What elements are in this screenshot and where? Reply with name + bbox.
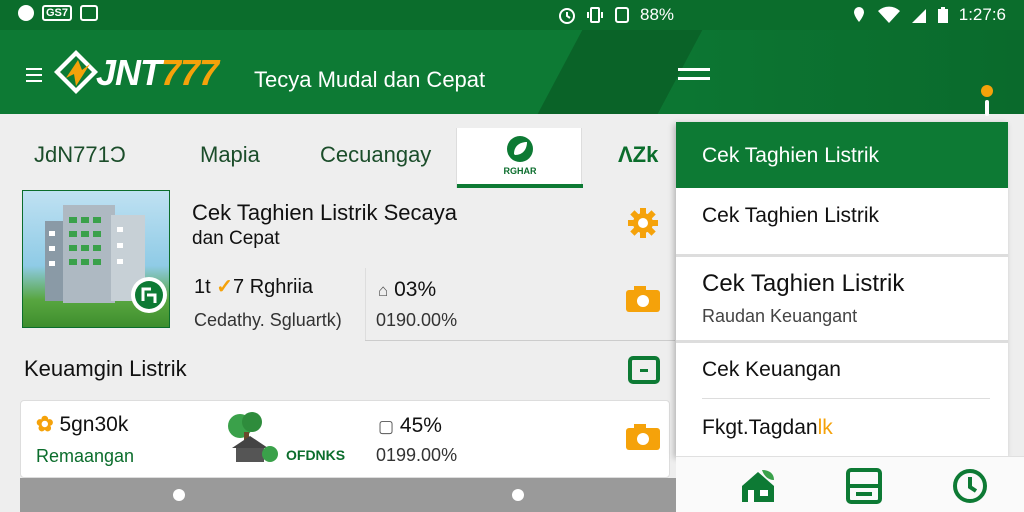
- dropdown-divider-3: [702, 398, 990, 399]
- dropdown-divider-2: [676, 340, 1008, 343]
- clock: 1:27:6: [958, 5, 1006, 24]
- leaf-badge-icon: [507, 136, 533, 162]
- tab-mapia[interactable]: Mapia: [200, 142, 260, 168]
- status-bar: GS7 88% 1:27:6: [0, 0, 1024, 30]
- building-illustration: [45, 205, 167, 313]
- pager-dot-1[interactable]: [173, 489, 185, 501]
- card-row-label: 1t ✓7 Rghriia: [194, 274, 313, 299]
- wallet-nav-icon[interactable]: [846, 468, 882, 504]
- usage-amount-value: 5gn30k: [59, 413, 129, 436]
- check-icon: ✓: [216, 276, 234, 298]
- tab-active-label: RGHAR: [503, 166, 537, 176]
- wifi-icon: [877, 6, 900, 23]
- tree-house-icon: [228, 412, 278, 462]
- brand-name-part2: 777: [161, 52, 219, 93]
- dropdown-item-4[interactable]: Fkgt.Tagdanlk: [702, 416, 833, 440]
- brand-logo-icon: [54, 50, 98, 94]
- partner-brand: OFDNKS: [286, 447, 346, 463]
- dropdown-item-2-sub: Raudan Keuangant: [702, 306, 858, 326]
- card-divider-vertical: [365, 268, 366, 340]
- receipt-icon: ▢: [378, 417, 395, 436]
- app-notification-icon: [80, 5, 99, 21]
- section-title: Keuamgin Listrik: [24, 356, 187, 381]
- tab-home[interactable]: JdN771Ɔ: [34, 142, 126, 168]
- app-screen: GS7 88% 1:27:6 JNT777 Tecya Mudal dan Ce…: [0, 0, 1024, 512]
- camera-orange-icon-2[interactable]: [624, 422, 664, 452]
- alarm-icon: [559, 8, 575, 24]
- tab-cecuangay[interactable]: Cecuangay: [320, 142, 431, 168]
- pager-dot-2[interactable]: [512, 489, 524, 501]
- card-value: 0190.00%: [376, 310, 458, 330]
- card-divider: [365, 340, 675, 341]
- alert-icon[interactable]: [980, 84, 994, 118]
- tab-more[interactable]: ɅZk: [618, 142, 658, 168]
- location-icon: [853, 7, 864, 22]
- brand-name-part1: JNT: [96, 52, 162, 93]
- drawer-menu-icon[interactable]: [678, 68, 710, 86]
- camera-orange-icon[interactable]: [624, 284, 664, 314]
- card-row-sub: Cedathy. Sgluartk): [194, 310, 342, 330]
- card-percent-value: 03%: [394, 278, 437, 301]
- signal-icon: [911, 9, 926, 23]
- usage-label: Remaangan: [36, 446, 135, 466]
- dropdown-item-2[interactable]: Cek Taghien Listrik: [702, 270, 904, 298]
- settings-gear-icon[interactable]: [626, 206, 660, 240]
- tab-indicator: [457, 184, 583, 188]
- dropdown-item-1[interactable]: Cek Taghien Listrik: [702, 204, 879, 228]
- bag-icon: ⌂: [378, 281, 389, 300]
- notification-icon: [18, 5, 34, 21]
- home-nav-icon[interactable]: [740, 468, 776, 504]
- app-tagline: Tecya Mudal dan Cepat: [254, 67, 486, 92]
- dropdown-item-3[interactable]: Cek Keuangan: [702, 358, 841, 382]
- menu-icon[interactable]: [26, 68, 42, 86]
- card-percent: ⌂ 03%: [378, 278, 436, 302]
- tab-active[interactable]: RGHAR: [456, 128, 583, 188]
- card-subtitle: dan Cepat: [192, 228, 280, 249]
- wallet-icon[interactable]: [628, 356, 660, 384]
- battery-outline-icon: [615, 7, 629, 23]
- usage-value: 0199.00%: [376, 445, 458, 465]
- usage-percent: ▢ 45%: [378, 414, 442, 438]
- coin-icon: ✿: [36, 413, 54, 436]
- card-title[interactable]: Cek Taghien Listrik Secaya: [192, 200, 457, 226]
- pager-bar: [20, 478, 676, 512]
- product-thumbnail[interactable]: [22, 190, 170, 328]
- brand-name: JNT777: [96, 52, 219, 94]
- vibrate-icon: [587, 7, 603, 23]
- dropdown-item-4-main: Fkgt.Tagdan: [702, 416, 818, 439]
- dropdown-divider-1: [676, 254, 1008, 257]
- battery-percent: 88%: [640, 5, 675, 24]
- usage-amount: ✿ 5gn30k: [36, 412, 128, 437]
- history-nav-icon[interactable]: [952, 468, 988, 504]
- usage-percent-value: 45%: [399, 414, 442, 437]
- app-bar: JNT777 Tecya Mudal dan Cepat: [0, 30, 1024, 116]
- row-prefix: 1t: [194, 276, 211, 298]
- dropdown-header[interactable]: Cek Taghien Listrik: [676, 122, 1008, 188]
- status-chip: GS7: [42, 5, 73, 21]
- dropdown-item-4-accent: lk: [817, 416, 833, 439]
- row-label-text: 7 Rghriia: [233, 276, 314, 298]
- battery-icon: [937, 7, 948, 23]
